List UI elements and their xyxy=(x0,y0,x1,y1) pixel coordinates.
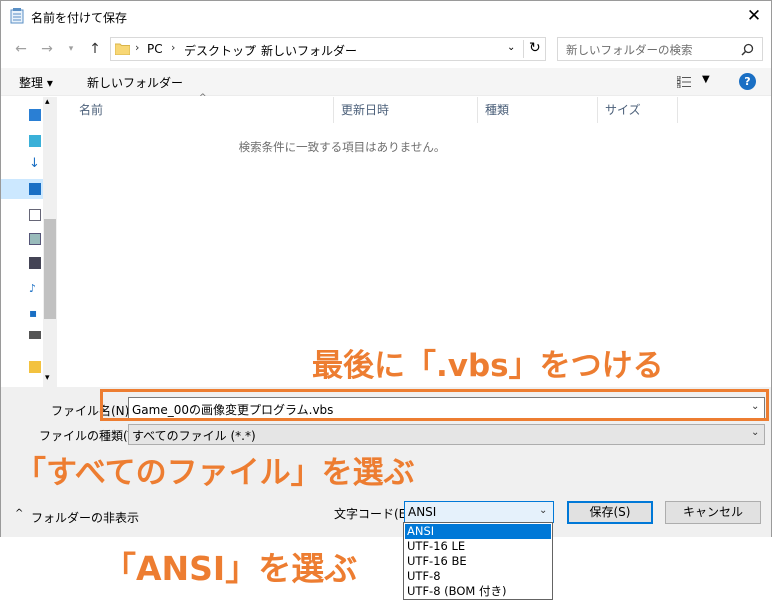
encoding-option-ansi[interactable]: ANSI xyxy=(405,524,551,539)
encoding-option-utf8[interactable]: UTF-8 xyxy=(405,569,551,584)
help-icon[interactable]: ? xyxy=(739,73,756,90)
nav-scrollbar-thumb[interactable] xyxy=(44,219,56,319)
address-divider xyxy=(523,40,524,58)
back-arrow-icon[interactable]: ← xyxy=(11,38,31,60)
view-dropdown-icon[interactable]: ▼ xyxy=(702,74,710,85)
notepad-icon xyxy=(10,8,24,24)
sort-up-icon: ^ xyxy=(199,93,207,103)
documents-icon[interactable] xyxy=(29,209,41,221)
column-header-name[interactable]: 名前 xyxy=(79,101,103,118)
cancel-button[interactable]: キャンセル xyxy=(665,501,761,524)
column-header-type[interactable]: 種類 xyxy=(485,101,509,118)
search-icon[interactable] xyxy=(741,43,754,56)
recent-dropdown-icon[interactable]: ▾ xyxy=(61,38,81,60)
new-folder-button[interactable]: 新しいフォルダー xyxy=(87,74,183,91)
encoding-option-utf16le[interactable]: UTF-16 LE xyxy=(405,539,551,554)
encoding-label: 文字コード(E): xyxy=(334,507,415,521)
filename-highlight-box xyxy=(100,389,769,421)
desktop-icon[interactable] xyxy=(29,183,41,195)
column-header-date[interactable]: 更新日時 xyxy=(341,101,389,118)
title-bar: 名前を付けて保存 ✕ xyxy=(1,1,771,31)
chevron-down-icon[interactable]: ⌄ xyxy=(751,427,759,438)
save-button[interactable]: 保存(S) xyxy=(567,501,653,524)
computer-icon[interactable] xyxy=(29,109,41,121)
network-folder-icon[interactable] xyxy=(29,361,41,373)
filetype-annotation: 「すべてのファイル」を選ぶ xyxy=(15,455,415,491)
breadcrumb-new-folder[interactable]: 新しいフォルダー xyxy=(261,42,357,59)
up-arrow-icon[interactable]: ↑ xyxy=(85,38,105,60)
view-options-icon[interactable] xyxy=(677,76,691,88)
videos-icon[interactable] xyxy=(29,257,41,269)
scroll-down-arrow-icon[interactable]: ▾ xyxy=(45,373,50,383)
organize-button[interactable]: 整理 ▾ xyxy=(19,74,53,91)
chevron-right-icon[interactable]: › xyxy=(171,41,175,54)
search-box[interactable]: 新しいフォルダーの検索 xyxy=(557,37,763,61)
3d-objects-icon[interactable] xyxy=(29,135,41,147)
drive-icon[interactable] xyxy=(29,331,41,339)
scroll-up-arrow-icon[interactable]: ▴ xyxy=(45,97,50,107)
column-divider[interactable] xyxy=(333,97,334,123)
chevron-down-icon[interactable]: ⌄ xyxy=(539,505,547,516)
filetype-value: すべてのファイル (*.*) xyxy=(132,429,256,443)
encoding-option-utf8-bom[interactable]: UTF-8 (BOM 付き) xyxy=(405,584,551,599)
command-toolbar: 整理 ▾ 新しいフォルダー ▼ ? xyxy=(1,68,771,96)
chevron-up-icon[interactable]: ^ xyxy=(15,508,23,519)
column-divider[interactable] xyxy=(597,97,598,123)
column-header-size[interactable]: サイズ xyxy=(605,101,641,118)
folder-icon xyxy=(115,43,130,55)
encoding-dropdown-list: ANSI UTF-16 LE UTF-16 BE UTF-8 UTF-8 (BO… xyxy=(403,522,553,600)
windows-drive-icon[interactable]: ▪ xyxy=(29,307,41,319)
encoding-select[interactable]: ANSI ⌄ xyxy=(404,501,554,523)
encoding-annotation: 「ANSI」を選ぶ xyxy=(103,549,358,588)
download-icon[interactable]: ↓ xyxy=(29,157,41,171)
forward-arrow-icon[interactable]: → xyxy=(37,38,57,60)
chevron-right-icon: › xyxy=(135,41,140,54)
window-title: 名前を付けて保存 xyxy=(31,11,128,25)
encoding-option-utf16be[interactable]: UTF-16 BE xyxy=(405,554,551,569)
chevron-down-icon[interactable]: ⌄ xyxy=(507,42,515,53)
close-icon[interactable]: ✕ xyxy=(739,3,769,29)
filetype-select[interactable]: すべてのファイル (*.*) ⌄ xyxy=(128,424,765,445)
column-divider[interactable] xyxy=(677,97,678,123)
refresh-icon[interactable]: ↻ xyxy=(529,40,541,56)
encoding-value: ANSI xyxy=(408,505,437,519)
pictures-icon[interactable] xyxy=(29,233,41,245)
breadcrumb-desktop[interactable]: デスクトップ xyxy=(184,42,256,59)
search-placeholder: 新しいフォルダーの検索 xyxy=(566,43,693,57)
hide-folders-button[interactable]: フォルダーの非表示 xyxy=(31,509,139,526)
chevron-right-icon[interactable]: › xyxy=(249,41,253,54)
music-icon[interactable]: ♪ xyxy=(29,283,41,295)
column-divider[interactable] xyxy=(477,97,478,123)
empty-list-message: 検索条件に一致する項目はありません。 xyxy=(238,140,446,154)
address-bar[interactable]: › PC › デスクトップ › 新しいフォルダー ⌄ ↻ xyxy=(110,37,546,61)
breadcrumb-pc[interactable]: PC xyxy=(147,42,163,56)
filename-annotation: 最後に「.vbs」をつける xyxy=(312,348,664,384)
